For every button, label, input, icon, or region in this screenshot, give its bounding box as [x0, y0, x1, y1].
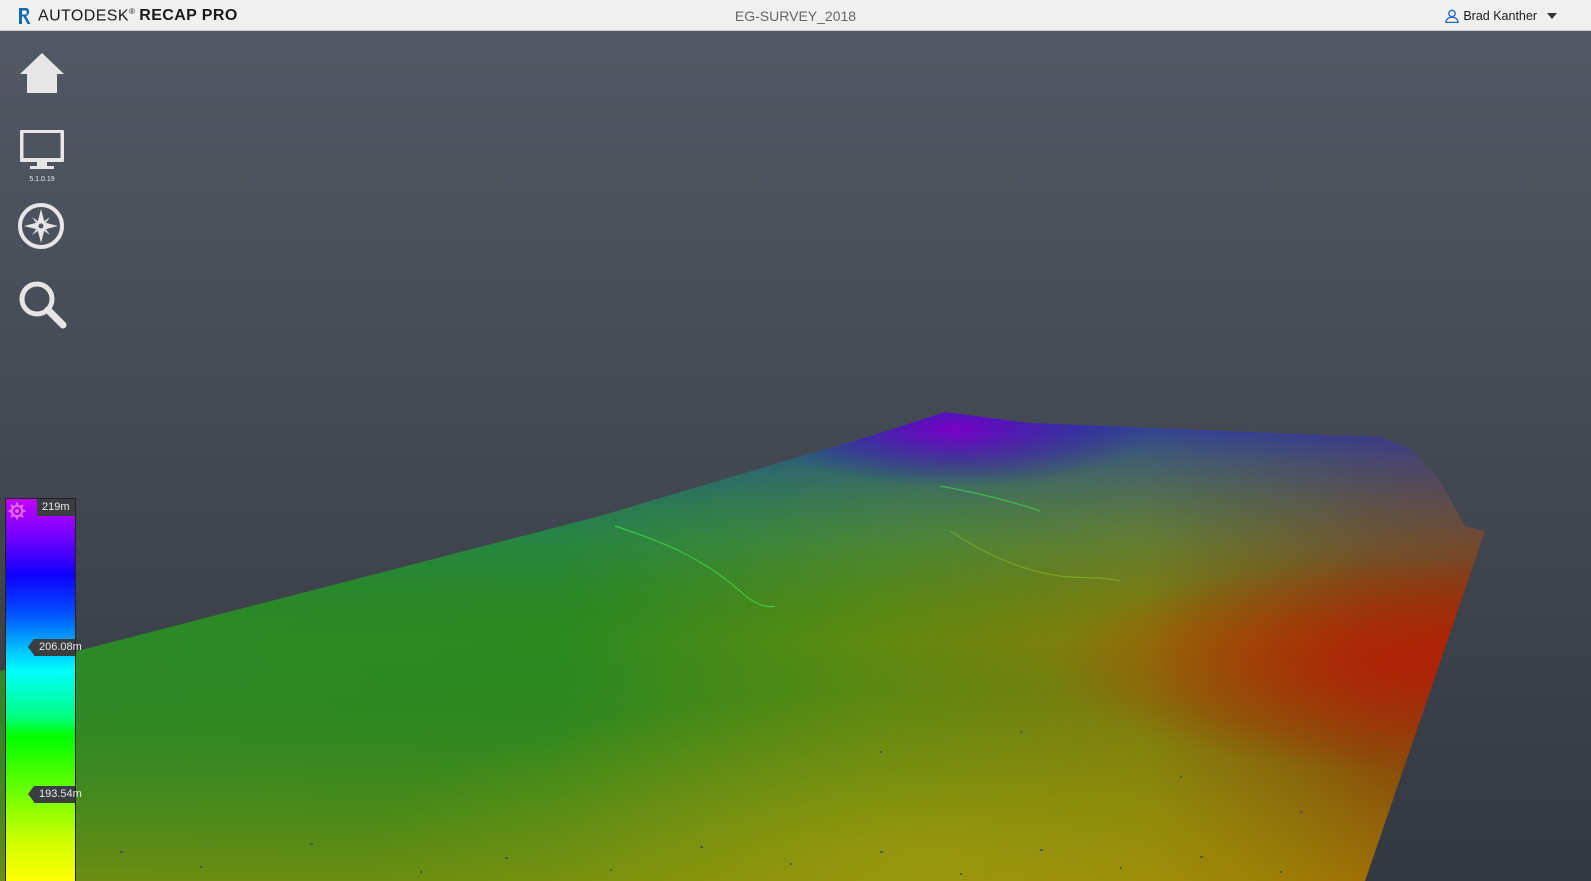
elevation-max-label: 219m	[37, 499, 75, 516]
compass-icon	[18, 203, 64, 249]
search-button[interactable]	[17, 279, 67, 329]
document-title: EG-SURVEY_2018	[734, 8, 857, 24]
navigation-button[interactable]	[17, 201, 67, 251]
point-cloud-viewport[interactable]: 5.1.0.19 219m 206.08m 193.54m	[0, 31, 1591, 881]
elevation-mid-label[interactable]: 206.08m	[28, 639, 82, 656]
home-icon	[20, 53, 64, 93]
user-icon	[1445, 9, 1460, 23]
elevation-low-label[interactable]: 193.54m	[28, 786, 82, 803]
elevation-color-ramp	[6, 499, 75, 881]
user-name: Brad Kanther	[1463, 9, 1537, 23]
monitor-icon	[20, 130, 64, 169]
display-settings-button[interactable]	[17, 126, 67, 176]
elevation-legend[interactable]: 219m 206.08m 193.54m	[5, 498, 82, 881]
user-menu[interactable]: Brad Kanther	[1445, 9, 1557, 23]
home-button[interactable]	[17, 49, 67, 99]
terrain-point-cloud[interactable]	[0, 31, 1591, 881]
chevron-down-icon	[1547, 13, 1557, 19]
gear-icon[interactable]	[8, 502, 26, 520]
magnifier-icon	[19, 281, 67, 329]
top-bar: AUTODESK® RECAP PRO EG-SURVEY_2018 Brad K…	[0, 0, 1591, 31]
